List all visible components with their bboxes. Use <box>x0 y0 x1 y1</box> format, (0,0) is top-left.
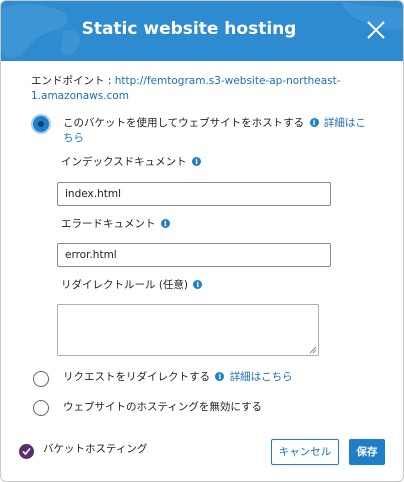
error-document-input[interactable] <box>57 243 331 267</box>
error-document-label-row: エラードキュメント i <box>61 216 172 231</box>
redirect-rules-label: リダイレクトルール (任意) <box>61 279 189 291</box>
hosting-enabled-check <box>19 444 34 459</box>
index-document-label-row: インデックスドキュメント i <box>61 154 203 169</box>
resize-grip-icon[interactable] <box>309 346 317 354</box>
disable-hosting-label: ウェブサイトのホスティングを無効にする <box>63 401 262 413</box>
disable-hosting-option: ウェブサイトのホスティングを無効にする <box>63 400 375 415</box>
dialog-header: Static website hosting <box>1 1 403 61</box>
index-document-label: インデックスドキュメント <box>61 156 187 168</box>
close-icon <box>367 21 385 39</box>
dialog-title: Static website hosting <box>81 19 297 39</box>
checkmark-icon <box>22 447 31 456</box>
info-icon[interactable]: i <box>215 372 225 381</box>
info-icon[interactable]: i <box>193 280 203 289</box>
cancel-button[interactable]: キャンセル <box>271 439 339 465</box>
redirect-rules-label-row: リダイレクトルール (任意) i <box>61 277 204 292</box>
redirect-requests-details-link[interactable]: 詳細はこちら <box>230 371 293 383</box>
redirect-requests-option: リクエストをリダイレクトする i 詳細はこちら <box>63 370 375 385</box>
info-icon[interactable]: i <box>160 219 170 228</box>
host-website-option: このバケットを使用してウェブサイトをホストする i 詳細はこちら <box>63 116 375 146</box>
index-document-input[interactable] <box>57 182 331 206</box>
bucket-hosting-label: バケットホスティング <box>43 443 148 455</box>
redirect-rules-textarea[interactable] <box>57 304 319 356</box>
info-icon[interactable]: i <box>192 157 202 166</box>
close-button[interactable] <box>365 19 387 41</box>
endpoint-row: エンドポイント : http://femtogram.s3-website-ap… <box>31 74 376 104</box>
save-button[interactable]: 保存 <box>349 439 385 465</box>
redirect-requests-radio[interactable] <box>33 371 49 387</box>
redirect-requests-label: リクエストをリダイレクトする <box>63 371 210 383</box>
endpoint-label: エンドポイント : <box>31 75 112 87</box>
host-website-label: このバケットを使用してウェブサイトをホストする <box>63 117 305 129</box>
info-icon[interactable]: i <box>309 118 319 127</box>
host-website-radio[interactable] <box>33 116 49 132</box>
error-document-label: エラードキュメント <box>61 218 156 230</box>
static-website-hosting-dialog: Static website hosting エンドポイント : http://… <box>0 0 404 482</box>
disable-hosting-radio[interactable] <box>33 400 49 416</box>
